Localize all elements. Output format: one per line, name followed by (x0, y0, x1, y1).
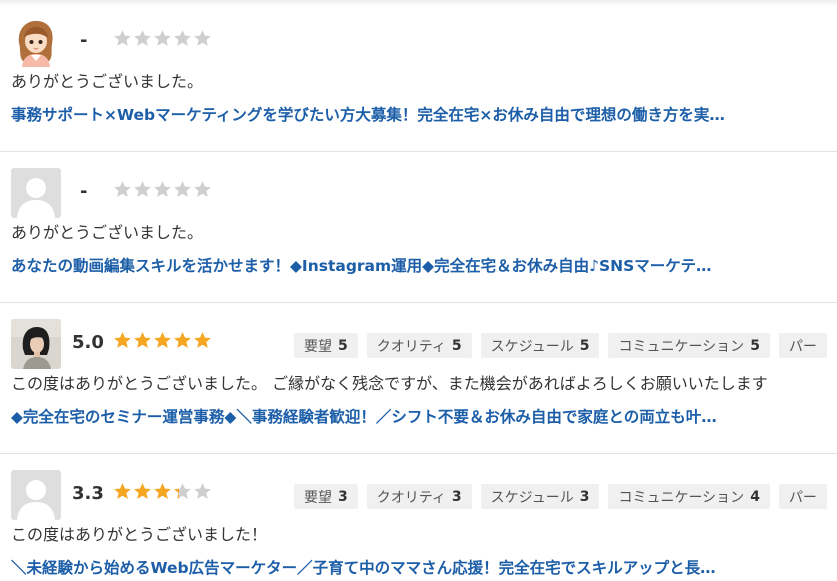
criterion-chip: コミュニケーション 5 (608, 333, 770, 358)
criterion-label: スケジュール (490, 489, 574, 506)
criterion-chip: クオリティ 3 (366, 484, 472, 509)
criterion-label: コミュニケーション (618, 489, 745, 506)
star-icon (134, 332, 151, 348)
review-comment: ありがとうございました。 (11, 72, 204, 91)
rating-stars (113, 29, 212, 49)
criteria-ratings: 要望 3 クオリティ 3 スケジュール 3 コミュニケーション 4 パー (294, 484, 827, 510)
star-icon (194, 181, 211, 197)
review-comment: この度はありがとうございました。 ご縁がなく残念ですが、また機会があればよろしく… (11, 374, 768, 393)
criterion-label: クオリティ (376, 338, 446, 355)
criterion-chip: 要望 3 (294, 484, 358, 509)
criterion-label: パー (788, 338, 817, 355)
criterion-chip: コミュニケーション 4 (608, 484, 770, 509)
girl-illustration-avatar[interactable] (11, 17, 61, 67)
criterion-score: 4 (750, 488, 760, 505)
criterion-label: 要望 (304, 338, 332, 355)
star-icon (114, 30, 131, 46)
criterion-score: 3 (451, 488, 462, 505)
star-icon (154, 332, 171, 348)
rating-stars (113, 180, 212, 200)
star-icon (174, 181, 191, 197)
rating-score: 3.3 (72, 483, 104, 504)
criterion-chip: スケジュール 3 (480, 484, 600, 509)
star-icon (174, 483, 191, 499)
review-comment: ありがとうございました。 (11, 223, 204, 242)
default-user-avatar[interactable] (11, 470, 61, 520)
rating-score: 5.0 (72, 332, 104, 353)
criterion-score: 5 (451, 337, 462, 354)
default-user-avatar[interactable] (11, 168, 61, 218)
review-comment: この度はありがとうございました！ (11, 525, 268, 544)
rating-score: - (80, 181, 88, 202)
star-icon (194, 483, 211, 499)
star-icon (134, 181, 151, 197)
criterion-chip: パー (778, 333, 827, 358)
criterion-label: 要望 (304, 489, 332, 506)
star-icon (154, 30, 171, 46)
star-icon (114, 332, 131, 348)
star-icon (114, 483, 131, 499)
criterion-chip: クオリティ 5 (366, 333, 472, 358)
job-title-link[interactable]: あなたの動画編集スキルを活かせます！◆Instagram運用◆完全在宅＆お休み自… (11, 255, 826, 277)
criterion-score: 5 (579, 337, 590, 354)
rating-score: - (80, 30, 88, 51)
review-item: 3.3 要望 3 クオリティ 3 スケジュール 3 コミュニケーション 4 パー この度… (0, 453, 837, 581)
review-item: - ありがとうございました。 あなたの動画編集スキルを活かせます！◆Instag… (0, 151, 837, 303)
job-title-link[interactable]: 事務サポート×Webマーケティングを学びたい方大募集！完全在宅×お休み自由で理想… (11, 104, 826, 126)
criterion-label: パー (788, 489, 817, 506)
review-item: - ありがとうございました。 事務サポート×Webマーケティングを学びたい方大募… (0, 0, 837, 152)
star-icon (174, 332, 191, 348)
criterion-chip: パー (778, 484, 827, 509)
criterion-label: クオリティ (376, 489, 446, 506)
criteria-ratings: 要望 5 クオリティ 5 スケジュール 5 コミュニケーション 5 パー (294, 333, 827, 359)
criterion-score: 3 (579, 488, 590, 505)
star-icon (154, 181, 171, 197)
star-icon (174, 30, 191, 46)
rating-stars (113, 331, 212, 351)
star-icon (134, 30, 151, 46)
star-icon (194, 332, 211, 348)
star-icon (194, 30, 211, 46)
criterion-label: スケジュール (490, 338, 574, 355)
review-item: 5.0 要望 5 クオリティ 5 スケジュール 5 コミュニケーション 5 パー この度… (0, 302, 837, 454)
criterion-chip: 要望 5 (294, 333, 358, 358)
criterion-score: 5 (338, 337, 348, 354)
job-title-link[interactable]: ＼未経験から始めるWeb広告マーケター／子育て中のママさん応援！完全在宅でスキル… (11, 557, 826, 579)
star-icon (134, 483, 151, 499)
rating-stars (113, 482, 212, 502)
star-icon (114, 181, 131, 197)
star-icon (154, 483, 171, 499)
criterion-score: 3 (338, 488, 348, 505)
criterion-label: コミュニケーション (618, 338, 745, 355)
criterion-score: 5 (750, 337, 760, 354)
woman-photo-avatar[interactable] (11, 319, 61, 369)
job-title-link[interactable]: ◆完全在宅のセミナー運営事務◆＼事務経験者歓迎！／シフト不要＆お休み自由で家庭と… (11, 406, 826, 428)
criterion-chip: スケジュール 5 (480, 333, 600, 358)
